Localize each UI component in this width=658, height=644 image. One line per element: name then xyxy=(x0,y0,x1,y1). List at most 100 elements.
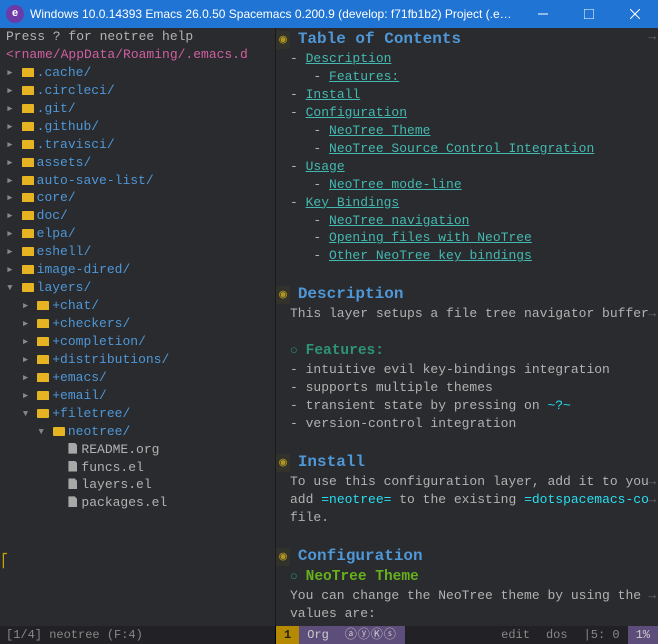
directory-label: .travisci/ xyxy=(37,137,115,152)
tree-directory[interactable]: ▸ .cache/ xyxy=(6,64,269,82)
directory-label: .cache/ xyxy=(37,65,92,80)
expand-toggle-icon[interactable]: ▸ xyxy=(6,65,22,80)
tree-directory[interactable]: ▾ +filetree/ xyxy=(6,405,269,423)
tree-directory[interactable]: ▸ doc/ xyxy=(6,207,269,225)
expand-toggle-icon[interactable]: ▸ xyxy=(6,155,22,170)
directory-label: image-dired/ xyxy=(37,262,131,277)
tree-directory[interactable]: ▸ elpa/ xyxy=(6,225,269,243)
expand-toggle-icon[interactable]: ▸ xyxy=(6,190,22,205)
tree-directory[interactable]: ▸ +emacs/ xyxy=(6,369,269,387)
encoding-segment: dos xyxy=(538,626,576,644)
file-label: README.org xyxy=(81,442,159,457)
folder-icon xyxy=(37,298,52,313)
tree-directory[interactable]: ▸ +email/ xyxy=(6,387,269,405)
directory-label: +checkers/ xyxy=(52,316,130,331)
tree-directory[interactable]: ▾ neotree/ xyxy=(6,423,269,441)
tree-directory[interactable]: ▸ eshell/ xyxy=(6,243,269,261)
expand-toggle-icon[interactable]: ▸ xyxy=(22,352,38,367)
window-title-bar: e Windows 10.0.14393 Emacs 26.0.50 Space… xyxy=(0,0,658,28)
section-heading: Description xyxy=(298,285,404,303)
org-star-icon: ◉ xyxy=(276,548,290,566)
folder-icon xyxy=(22,101,37,116)
expand-toggle-icon[interactable]: ▸ xyxy=(6,119,22,134)
folder-icon xyxy=(22,173,37,188)
toc-link[interactable]: NeoTree mode-line xyxy=(329,177,462,192)
feature-item: supports multiple themes xyxy=(306,380,493,395)
tree-directory[interactable]: ▸ image-dired/ xyxy=(6,261,269,279)
expand-toggle-icon[interactable]: ▸ xyxy=(6,208,22,223)
minor-modes-segment: ⓐⓨⓀⓢ xyxy=(337,626,405,644)
expand-toggle-icon[interactable]: ▾ xyxy=(22,406,38,421)
percent-segment: 1% xyxy=(628,626,658,644)
org-buffer[interactable]: ◉ Table of Contents→- Description - Feat… xyxy=(276,28,658,626)
toc-link[interactable]: Opening files with NeoTree xyxy=(329,230,532,245)
expand-toggle-icon[interactable]: ▸ xyxy=(6,83,22,98)
directory-label: neotree/ xyxy=(68,424,130,439)
tree-directory[interactable]: ▾ layers/ xyxy=(6,279,269,297)
folder-icon xyxy=(37,406,52,421)
minimize-button[interactable] xyxy=(520,0,566,28)
expand-toggle-icon[interactable]: ▾ xyxy=(6,280,22,295)
tree-directory[interactable]: ▸ +checkers/ xyxy=(6,315,269,333)
org-star-icon: ◉ xyxy=(276,286,290,304)
tree-file[interactable]: packages.el xyxy=(6,494,269,512)
tree-directory[interactable]: ▸ .git/ xyxy=(6,100,269,118)
fringe-indicator: ⎡ xyxy=(1,553,9,571)
directory-label: elpa/ xyxy=(37,226,76,241)
expand-toggle-icon[interactable]: ▸ xyxy=(6,101,22,116)
edit-state-segment: edit xyxy=(493,626,538,644)
expand-toggle-icon[interactable]: ▸ xyxy=(6,226,22,241)
toc-link[interactable]: Description xyxy=(306,51,392,66)
expand-toggle-icon[interactable]: ▸ xyxy=(22,334,38,349)
file-label: funcs.el xyxy=(81,460,143,475)
expand-toggle-icon[interactable]: ▸ xyxy=(6,137,22,152)
directory-label: auto-save-list/ xyxy=(37,173,154,188)
expand-toggle-icon[interactable]: ▾ xyxy=(37,424,53,439)
toc-link[interactable]: NeoTree navigation xyxy=(329,213,469,228)
tree-directory[interactable]: ▸ .circleci/ xyxy=(6,82,269,100)
directory-label: .git/ xyxy=(37,101,76,116)
tree-directory[interactable]: ▸ auto-save-list/ xyxy=(6,172,269,190)
expand-toggle-icon[interactable]: ▸ xyxy=(22,316,38,331)
tree-directory[interactable]: ▸ +chat/ xyxy=(6,297,269,315)
tree-file[interactable]: README.org xyxy=(6,441,269,459)
tree-directory[interactable]: ▸ core/ xyxy=(6,189,269,207)
mode-line-org: 1 Org ⓐⓨⓀⓢ edit dos | 5: 0 1% xyxy=(276,626,658,644)
toc-link[interactable]: Usage xyxy=(306,159,345,174)
expand-toggle-icon[interactable]: ▸ xyxy=(22,388,38,403)
tree-directory[interactable]: ▸ +completion/ xyxy=(6,333,269,351)
section-heading: Configuration xyxy=(298,547,423,565)
file-icon xyxy=(68,495,81,510)
neotree-root-path: <rname/AppData/Roaming/.emacs.d xyxy=(0,46,275,64)
neotree-sidebar[interactable]: Press ? for neotree help <rname/AppData/… xyxy=(0,28,276,626)
toc-link[interactable]: NeoTree Theme xyxy=(329,123,430,138)
maximize-button[interactable] xyxy=(566,0,612,28)
toc-link[interactable]: Features: xyxy=(329,69,399,84)
expand-toggle-icon[interactable]: ▸ xyxy=(22,298,38,313)
toc-link[interactable]: Key Bindings xyxy=(306,195,400,210)
expand-toggle-icon[interactable]: ▸ xyxy=(6,173,22,188)
tree-file[interactable]: funcs.el xyxy=(6,459,269,477)
toc-link[interactable]: Install xyxy=(306,87,361,102)
directory-label: +distributions/ xyxy=(52,352,169,367)
expand-toggle-icon[interactable]: ▸ xyxy=(6,244,22,259)
window-title: Windows 10.0.14393 Emacs 26.0.50 Spacema… xyxy=(30,6,520,23)
tree-directory[interactable]: ▸ .travisci/ xyxy=(6,136,269,154)
directory-label: core/ xyxy=(37,190,76,205)
section-heading: NeoTree Theme xyxy=(306,569,419,585)
tree-directory[interactable]: ▸ assets/ xyxy=(6,154,269,172)
tree-directory[interactable]: ▸ .github/ xyxy=(6,118,269,136)
expand-toggle-icon[interactable]: ▸ xyxy=(6,262,22,277)
body-text: To use this configuration layer, add it … xyxy=(290,474,649,489)
org-bullet-icon: ○ xyxy=(290,569,298,584)
tree-file[interactable]: layers.el xyxy=(6,476,269,494)
file-icon xyxy=(68,442,81,457)
toc-link[interactable]: NeoTree Source Control Integration xyxy=(329,141,594,156)
folder-icon xyxy=(37,388,52,403)
toc-link[interactable]: Configuration xyxy=(306,105,407,120)
tree-directory[interactable]: ▸ +distributions/ xyxy=(6,351,269,369)
directory-label: layers/ xyxy=(37,280,92,295)
expand-toggle-icon[interactable]: ▸ xyxy=(22,370,38,385)
close-button[interactable] xyxy=(612,0,658,28)
toc-link[interactable]: Other NeoTree key bindings xyxy=(329,248,532,263)
